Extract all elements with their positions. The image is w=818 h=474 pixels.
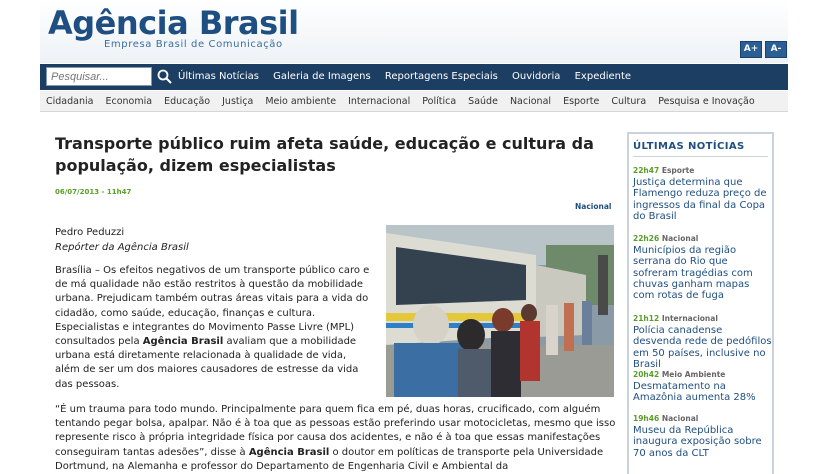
- news-item[interactable]: 22h47 Esporte Justiça determina que Flam…: [633, 166, 773, 222]
- article-title: Transporte público ruim afeta saúde, edu…: [55, 134, 594, 175]
- category-educacao[interactable]: Educação: [164, 96, 210, 107]
- news-category: Nacional: [661, 414, 699, 423]
- news-time: 22h26: [633, 234, 660, 243]
- nav-link-reportagens-especiais[interactable]: Reportagens Especiais: [385, 71, 498, 82]
- category-pesquisa-e-inovacao[interactable]: Pesquisa e Inovação: [658, 96, 754, 107]
- news-headline[interactable]: Municípios da região serrana do Rio que …: [633, 245, 773, 301]
- font-decrease-button[interactable]: A-: [765, 41, 787, 58]
- news-headline[interactable]: Museu da República inaugura exposição so…: [633, 425, 773, 459]
- paragraph-bold-source: Agência Brasil: [142, 336, 224, 348]
- search-input[interactable]: [46, 67, 152, 86]
- category-politica[interactable]: Política: [422, 96, 456, 107]
- news-category: Nacional: [661, 234, 699, 243]
- latest-news-sidebar: ÚLTIMAS NOTÍCIAS 22h47 Esporte Justiça d…: [627, 132, 774, 474]
- author-name: Pedro Peduzzi: [55, 227, 125, 238]
- news-item[interactable]: 21h12 Internacional Polícia canadense de…: [633, 314, 773, 370]
- category-esporte[interactable]: Esporte: [563, 96, 599, 107]
- news-item[interactable]: 19h46 Nacional Museu da República inaugu…: [633, 414, 773, 459]
- category-saude[interactable]: Saúde: [468, 96, 498, 107]
- category-nacional[interactable]: Nacional: [510, 96, 551, 107]
- sidebar-divider: [633, 156, 768, 157]
- author-role: Repórter da Agência Brasil: [55, 242, 189, 253]
- search-button[interactable]: [156, 68, 174, 86]
- nav-link-ouvidoria[interactable]: Ouvidoria: [512, 71, 560, 82]
- article-section-tag[interactable]: Nacional: [575, 202, 611, 211]
- nav-link-expediente[interactable]: Expediente: [575, 71, 631, 82]
- category-bar: Cidadania Economia Educação Justiça Meio…: [40, 91, 788, 112]
- nav-link-ultimas-noticias[interactable]: Últimas Notícias: [178, 71, 259, 82]
- article-photo[interactable]: [386, 225, 614, 397]
- font-increase-button[interactable]: A+: [740, 41, 762, 58]
- news-category: Esporte: [661, 166, 695, 175]
- news-item[interactable]: 20h42 Meio Ambiente Desmatamento na Amaz…: [633, 370, 773, 404]
- category-cultura[interactable]: Cultura: [611, 96, 646, 107]
- site-header: Agência Brasil Empresa Brasil de Comunic…: [40, 0, 788, 63]
- logo-title[interactable]: Agência Brasil: [48, 4, 299, 42]
- nav-links: Últimas Notícias Galeria de Imagens Repo…: [178, 71, 642, 82]
- article-date: 06/07/2013 - 11h47: [55, 188, 132, 196]
- nav-link-galeria-de-imagens[interactable]: Galeria de Imagens: [273, 71, 371, 82]
- news-category: Meio Ambiente: [661, 370, 726, 379]
- news-headline[interactable]: Desmatamento na Amazônia aumenta 28%: [633, 381, 773, 404]
- logo-subtitle: Empresa Brasil de Comunicação: [104, 39, 283, 50]
- news-item[interactable]: 22h26 Nacional Municípios da região serr…: [633, 234, 773, 301]
- news-time: 19h46: [633, 414, 660, 423]
- news-headline[interactable]: Polícia canadense desvenda rede de pedóf…: [633, 325, 773, 370]
- article-quote-paragraph: “É um trauma para todo mundo. Principalm…: [55, 403, 625, 474]
- category-internacional[interactable]: Internacional: [348, 96, 410, 107]
- article-byline: Pedro Peduzzi Repórter da Agência Brasil: [55, 225, 189, 255]
- news-category: Internacional: [661, 314, 718, 323]
- category-meio-ambiente[interactable]: Meio ambiente: [265, 96, 336, 107]
- paragraph-text: Brasília – Os efeitos negativos de um tr…: [55, 265, 370, 348]
- sidebar-title[interactable]: ÚLTIMAS NOTÍCIAS: [633, 141, 745, 152]
- search-icon: [157, 69, 172, 84]
- category-cidadania[interactable]: Cidadania: [46, 96, 93, 107]
- category-economia[interactable]: Economia: [106, 96, 153, 107]
- article-paragraph: Brasília – Os efeitos negativos de um tr…: [55, 264, 373, 392]
- news-time: 21h12: [633, 314, 660, 323]
- page: Agência Brasil Empresa Brasil de Comunic…: [40, 0, 788, 474]
- news-headline[interactable]: Justiça determina que Flamengo reduza pr…: [633, 177, 773, 222]
- news-time: 20h42: [633, 370, 660, 379]
- news-time: 22h47: [633, 166, 660, 175]
- main-nav: Últimas Notícias Galeria de Imagens Repo…: [40, 64, 788, 90]
- quote-bold-source: Agência Brasil: [248, 446, 330, 458]
- category-justica[interactable]: Justiça: [222, 96, 253, 107]
